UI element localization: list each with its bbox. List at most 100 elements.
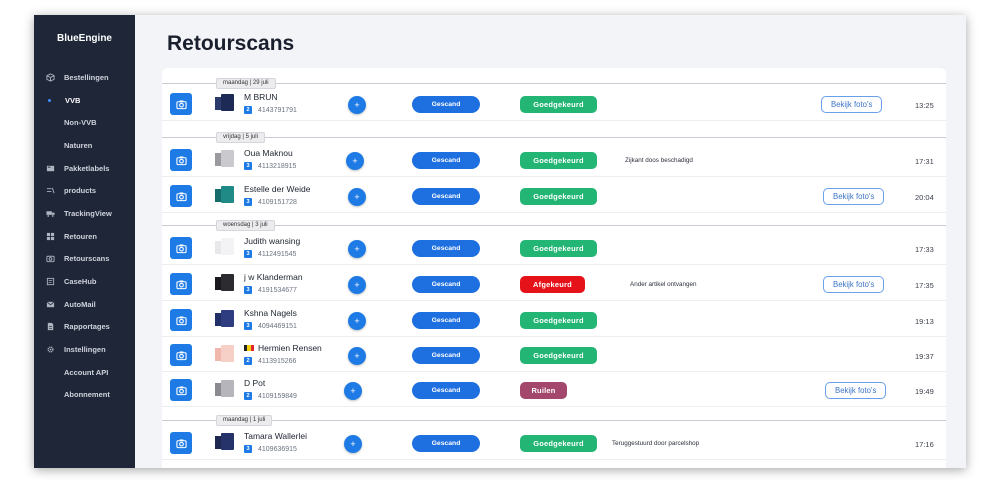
camera-button[interactable]	[170, 93, 192, 115]
table-row: Tamara Wallerlei 3 4109636915 + Gescand Goedg…	[162, 424, 946, 460]
sidebar-item-label: CaseHub	[64, 277, 97, 287]
customer-name-text: Tamara Wallerlei	[244, 431, 307, 441]
tracking-number: 3 4094469151	[244, 322, 297, 330]
customer-name-text: M BRUN	[244, 92, 278, 102]
tracking-number-text: 4109151728	[258, 198, 297, 206]
sidebar-item-retouren[interactable]: Retouren	[34, 225, 135, 248]
sidebar-item-account-api[interactable]: Account API	[34, 361, 135, 384]
tracking-number-text: 4109159849	[258, 392, 297, 400]
scan-time: 19:13	[915, 317, 934, 326]
customer-name-text: j w Klanderman	[244, 272, 303, 282]
scanned-button[interactable]: Gescand	[412, 312, 480, 329]
tracking-number: 3 4113218915	[244, 162, 296, 170]
mail-icon	[45, 300, 55, 309]
add-button[interactable]: +	[346, 152, 364, 170]
table-row: Kshna Nagels 3 4094469151 + Gescand Goedgekeu…	[162, 301, 946, 337]
sidebar-item-pakketlabels[interactable]: Pakketlabels	[34, 157, 135, 180]
scanned-button[interactable]: Gescand	[412, 347, 480, 364]
sidebar-item-bestellingen[interactable]: Bestellingen	[34, 66, 135, 89]
scan-time: 17:16	[915, 440, 934, 449]
scanned-button[interactable]: Gescand	[412, 240, 480, 257]
status-badge: Goedgekeurd	[520, 96, 597, 113]
pillow-shape	[221, 274, 234, 291]
camera-button[interactable]	[170, 273, 192, 295]
scan-time: 17:35	[915, 281, 934, 290]
camera-icon	[45, 254, 55, 263]
camera-button[interactable]	[170, 344, 192, 366]
table-row: j w Klanderman 3 4191534677 + Gescand Afgekeu…	[162, 265, 946, 301]
products-icon	[45, 186, 55, 195]
scan-list-card: maandag | 29 juli M BRUN 2 4143791791 + Gesca…	[162, 68, 946, 468]
camera-button[interactable]	[170, 237, 192, 259]
sidebar-item-products[interactable]: products	[34, 179, 135, 202]
scan-time: 19:49	[915, 387, 934, 396]
pillow-shape	[221, 380, 234, 397]
product-thumbnail	[215, 380, 235, 398]
pillow-shape	[221, 345, 234, 362]
status-badge: Goedgekeurd	[520, 188, 597, 205]
add-button[interactable]: +	[348, 347, 366, 365]
customer-name-text: Judith wansing	[244, 236, 301, 246]
quantity-badge: 3	[244, 322, 252, 330]
view-photos-button[interactable]: Bekijk foto's	[821, 96, 883, 113]
view-photos-button[interactable]: Bekijk foto's	[825, 382, 887, 399]
table-row: D Pot 2 4109159849 + Gescand Ruilen Bekijk fot…	[162, 371, 946, 407]
date-divider	[162, 225, 946, 226]
scanned-button[interactable]: Gescand	[412, 152, 480, 169]
add-button[interactable]: +	[348, 188, 366, 206]
sidebar-item-trackingview[interactable]: TrackingView	[34, 202, 135, 225]
main-content: Retourscans maandag | 29 juli M BRUN 2 4143…	[135, 15, 966, 468]
camera-button[interactable]	[170, 379, 192, 401]
add-button[interactable]: +	[348, 96, 366, 114]
row-divider	[162, 212, 946, 213]
status-badge: Goedgekeurd	[520, 347, 597, 364]
pillow-shape	[221, 238, 234, 255]
sidebar-item-non-vvb[interactable]: Non-VVB	[34, 111, 135, 134]
return-note: Zijkant doos beschadigd	[625, 157, 693, 164]
customer-name: Hermien Rensen	[244, 343, 322, 353]
scanned-button[interactable]: Gescand	[412, 96, 480, 113]
table-row: Estelle der Weide 3 4109151728 + Gescand Goed…	[162, 177, 946, 213]
scanned-button[interactable]: Gescand	[412, 382, 480, 399]
product-thumbnail	[215, 274, 235, 292]
sidebar-item-label: AutoMail	[64, 299, 96, 309]
scanned-button[interactable]: Gescand	[412, 188, 480, 205]
sidebar-item-label: Pakketlabels	[64, 163, 110, 173]
camera-button[interactable]	[170, 149, 192, 171]
sidebar-item-naturen[interactable]: Naturen	[34, 134, 135, 157]
product-thumbnail	[215, 345, 235, 363]
active-dot-icon	[48, 98, 51, 102]
sidebar-item-label: Instellingen	[64, 345, 106, 355]
add-button[interactable]: +	[348, 312, 366, 330]
scanned-button[interactable]: Gescand	[412, 435, 480, 452]
status-badge: Goedgekeurd	[520, 240, 597, 257]
sidebar-item-automail[interactable]: AutoMail	[34, 293, 135, 316]
sidebar-item-vvb[interactable]: VVB	[34, 89, 135, 112]
pillow-shape	[221, 186, 234, 203]
view-photos-button[interactable]: Bekijk foto's	[823, 188, 885, 205]
sidebar-item-retourscans[interactable]: Retourscans	[34, 248, 135, 271]
return-note: Teruggestuurd door parcelshop	[612, 440, 700, 447]
add-button[interactable]: +	[348, 276, 366, 294]
view-photos-button[interactable]: Bekijk foto's	[823, 276, 885, 293]
tracking-number: 3 4191534677	[244, 286, 297, 294]
sidebar-item-casehub[interactable]: CaseHub	[34, 270, 135, 293]
camera-button[interactable]	[170, 185, 192, 207]
quantity-badge: 3	[244, 286, 252, 294]
camera-button[interactable]	[170, 309, 192, 331]
add-button[interactable]: +	[344, 382, 362, 400]
status-badge: Goedgekeurd	[520, 435, 597, 452]
customer-name-text: Estelle der Weide	[244, 184, 311, 194]
scanned-button[interactable]: Gescand	[412, 276, 480, 293]
sidebar-item-rapportages[interactable]: Rapportages	[34, 316, 135, 339]
add-button[interactable]: +	[344, 435, 362, 453]
pillow-shape	[221, 94, 234, 111]
sidebar-item-label: Abonnement	[64, 390, 110, 400]
tracking-number-text: 4113915266	[258, 357, 297, 365]
add-button[interactable]: +	[348, 240, 366, 258]
camera-button[interactable]	[170, 432, 192, 454]
sidebar-item-instellingen[interactable]: Instellingen	[34, 338, 135, 361]
label-icon	[45, 164, 55, 173]
status-badge: Goedgekeurd	[520, 312, 597, 329]
sidebar-item-abonnement[interactable]: Abonnement	[34, 384, 135, 407]
